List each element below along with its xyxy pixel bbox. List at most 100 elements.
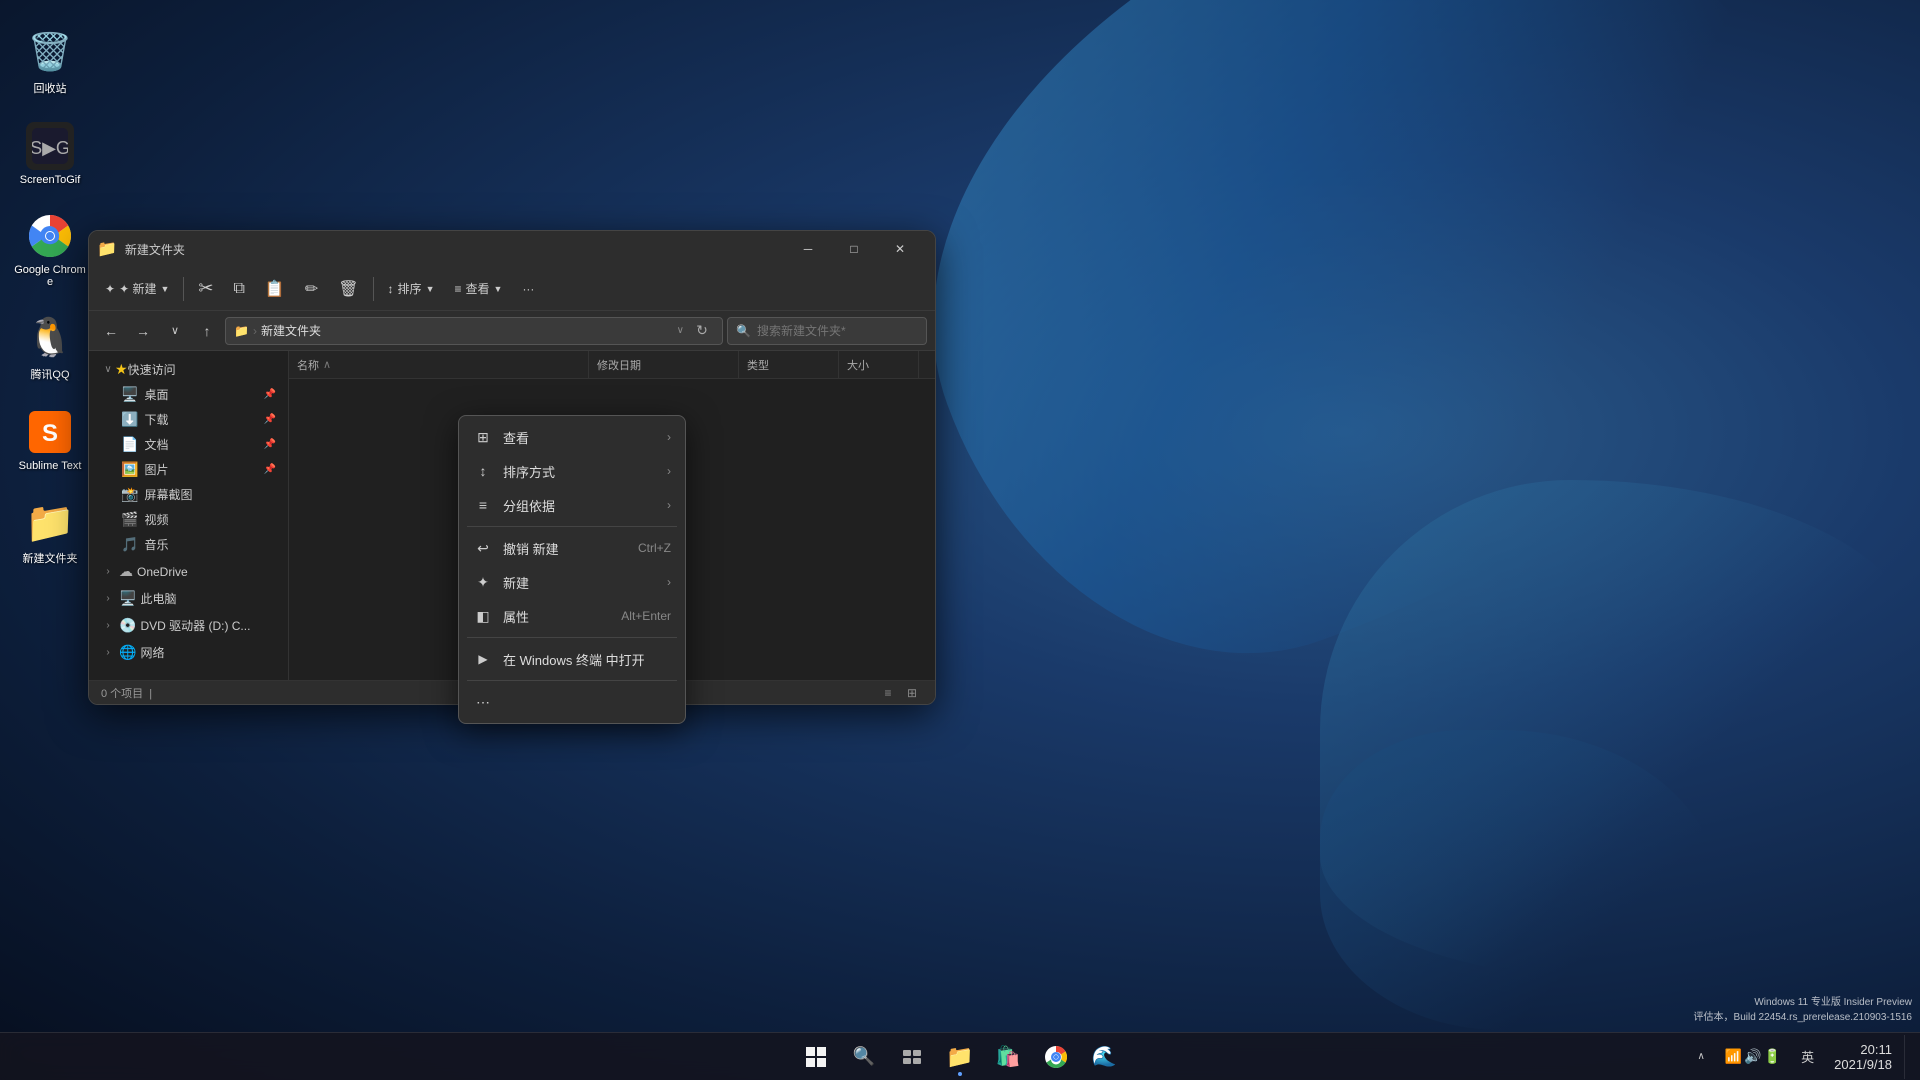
explorer-nav-bar: ← → ∨ ↑ 📁 › 新建文件夹 ∨ ↻ 🔍 <box>89 311 935 351</box>
dvd-header[interactable]: › 💿 DVD 驱动器 (D:) C... <box>93 613 284 638</box>
list-view-button[interactable]: ≡ <box>877 684 899 702</box>
taskbar-start-button[interactable] <box>794 1035 838 1079</box>
recent-button[interactable]: ∨ <box>161 317 189 345</box>
new-button[interactable]: ✦ ✦ 新建 ▼ <box>97 276 177 301</box>
taskbar-language[interactable]: 英 <box>1793 1043 1822 1070</box>
sys-info-line1: Windows 11 专业版 Insider Preview <box>1694 995 1912 1010</box>
ctx-separator-1 <box>467 526 677 527</box>
address-bar[interactable]: 📁 › 新建文件夹 ∨ ↻ <box>225 317 723 345</box>
close-button[interactable]: ✕ <box>877 233 923 265</box>
taskbar: 🔍 📁 🛍️ <box>0 1032 1920 1080</box>
sidebar-item-pictures[interactable]: 🖼️ 图片 📌 <box>93 457 284 482</box>
pictures-folder-icon: 🖼️ <box>121 461 138 478</box>
status-items-count: 0 个项目 | <box>101 685 152 701</box>
onedrive-icon: ☁ <box>119 563 133 580</box>
sort-button[interactable]: ↕ 排序 ▼ <box>380 276 443 301</box>
ctx-separator-3 <box>467 680 677 681</box>
refresh-button[interactable]: ↻ <box>690 319 714 343</box>
sidebar-item-documents[interactable]: 📄 文档 📌 <box>93 432 284 457</box>
delete-button[interactable]: 🗑 <box>330 275 366 303</box>
ctx-sort-arrow: › <box>667 464 671 478</box>
chrome-label: Google Chrome <box>14 264 86 288</box>
desktop-icon-qq[interactable]: 🐧 腾讯QQ <box>10 306 90 390</box>
system-info: Windows 11 专业版 Insider Preview 评估本，Build… <box>1694 995 1912 1025</box>
minimize-button[interactable]: ─ <box>785 233 831 265</box>
address-folder-icon: 📁 <box>234 324 249 338</box>
onedrive-header[interactable]: › ☁ OneDrive <box>93 559 284 584</box>
taskbar-chrome-button[interactable] <box>1034 1035 1078 1079</box>
maximize-button[interactable]: □ <box>831 233 877 265</box>
desktop-icon-area: 🗑️ 回收站 S▶G ScreenToGif <box>10 20 90 574</box>
new-dropdown-icon: ▼ <box>160 284 169 294</box>
more-button[interactable]: ··· <box>514 278 542 300</box>
onedrive-label: OneDrive <box>137 565 276 579</box>
col-date-header[interactable]: 修改日期 <box>589 351 739 378</box>
ctx-group-arrow: › <box>667 498 671 512</box>
toolbar-sep-1 <box>183 277 184 301</box>
screentogif-label: ScreenToGif <box>20 174 81 186</box>
explorer-title-icon: 📁 <box>97 239 117 259</box>
taskbar-tray-icons[interactable]: ∧ <box>1690 1047 1713 1066</box>
ctx-group-item[interactable]: ≡ 分组依据 › <box>463 488 681 522</box>
desktop-icon-recycle-bin[interactable]: 🗑️ 回收站 <box>10 20 90 104</box>
sidebar-item-music[interactable]: 🎵 音乐 <box>93 532 284 557</box>
taskbar-taskview-button[interactable] <box>890 1035 934 1079</box>
this-pc-header[interactable]: › 🖥️ 此电脑 <box>93 586 284 611</box>
sidebar-item-videos[interactable]: 🎬 视频 <box>93 507 284 532</box>
search-bar[interactable]: 🔍 <box>727 317 927 345</box>
ctx-undo-item[interactable]: ↩ 撤销 新建 Ctrl+Z <box>463 531 681 565</box>
network-label: 网络 <box>140 644 276 661</box>
grid-view-button[interactable]: ⊞ <box>901 684 923 702</box>
qq-label: 腾讯QQ <box>30 366 69 382</box>
desktop-icon-sublime[interactable]: S Sublime Text <box>10 400 90 480</box>
desktop-icon-chrome[interactable]: Google Chrome <box>10 204 90 296</box>
ctx-more-options-item[interactable]: ⋯ <box>463 685 681 719</box>
ctx-properties-item[interactable]: ◧ 属性 Alt+Enter <box>463 599 681 633</box>
paste-button[interactable]: 📋 <box>257 275 293 303</box>
back-button[interactable]: ← <box>97 317 125 345</box>
show-desktop-button[interactable] <box>1904 1035 1912 1079</box>
quick-access-header[interactable]: ∨ ★ 快速访问 <box>93 357 284 382</box>
view-button[interactable]: ≡ 查看 ▼ <box>446 276 510 301</box>
sidebar-item-desktop[interactable]: 🖥️ 桌面 📌 <box>93 382 284 407</box>
taskbar-fileexplorer-button[interactable]: 📁 <box>938 1035 982 1079</box>
svg-text:S: S <box>42 420 58 447</box>
file-list-header: 名称 ∧ 修改日期 类型 大小 <box>289 351 935 379</box>
taskbar-edge-button[interactable]: 🌊 <box>1082 1035 1126 1079</box>
music-folder-icon: 🎵 <box>121 536 138 553</box>
taskbar-store-button[interactable]: 🛍️ <box>986 1035 1030 1079</box>
recycle-bin-label: 回收站 <box>34 80 67 96</box>
taskbar-search-button[interactable]: 🔍 <box>842 1035 886 1079</box>
rename-button[interactable]: ✏ <box>297 275 326 303</box>
taskbar-network-icon[interactable]: 📶 🔊 🔋 <box>1717 1044 1789 1069</box>
qq-icon: 🐧 <box>26 314 74 362</box>
new-folder-icon: 📁 <box>26 498 74 546</box>
forward-button[interactable]: → <box>129 317 157 345</box>
explorer-toolbar: ✦ ✦ 新建 ▼ ✂ ⧉ 📋 ✏ 🗑 ↕ 排序 ▼ ≡ 查看 ▼ ··· <box>89 267 935 311</box>
toolbar-sep-2 <box>373 277 374 301</box>
up-button[interactable]: ↑ <box>193 317 221 345</box>
ctx-new-icon: ✦ <box>473 572 493 592</box>
network-header[interactable]: › 🌐 网络 <box>93 640 284 665</box>
ctx-terminal-item[interactable]: ▶ 在 Windows 终端 中打开 <box>463 642 681 676</box>
ctx-new-item[interactable]: ✦ 新建 › <box>463 565 681 599</box>
downloads-folder-icon: ⬇️ <box>121 411 138 428</box>
sidebar-item-screenshots[interactable]: 📸 屏幕截图 <box>93 482 284 507</box>
wifi-icon: 📶 <box>1725 1048 1742 1065</box>
address-content: 📁 › 新建文件夹 <box>234 322 671 339</box>
taskbar-clock[interactable]: 20:11 2021/9/18 <box>1826 1040 1900 1074</box>
pin-icon-desktop: 📌 <box>264 389 276 400</box>
ctx-view-item[interactable]: ⊞ 查看 › <box>463 420 681 454</box>
col-name-header[interactable]: 名称 ∧ <box>289 351 589 378</box>
ctx-sort-item[interactable]: ↕ 排序方式 › <box>463 454 681 488</box>
explorer-sidebar: ∨ ★ 快速访问 🖥️ 桌面 📌 ⬇️ 下载 📌 <box>89 351 289 680</box>
search-input[interactable] <box>757 324 918 338</box>
desktop-icon-new-folder[interactable]: 📁 新建文件夹 <box>10 490 90 574</box>
desktop-icon-screentogif[interactable]: S▶G ScreenToGif <box>10 114 90 194</box>
col-size-header[interactable]: 大小 <box>839 351 919 378</box>
cut-button[interactable]: ✂ <box>190 274 221 303</box>
title-bar-left: 📁 新建文件夹 <box>97 239 185 259</box>
sidebar-item-downloads[interactable]: ⬇️ 下载 📌 <box>93 407 284 432</box>
copy-button[interactable]: ⧉ <box>225 276 252 302</box>
col-type-header[interactable]: 类型 <box>739 351 839 378</box>
